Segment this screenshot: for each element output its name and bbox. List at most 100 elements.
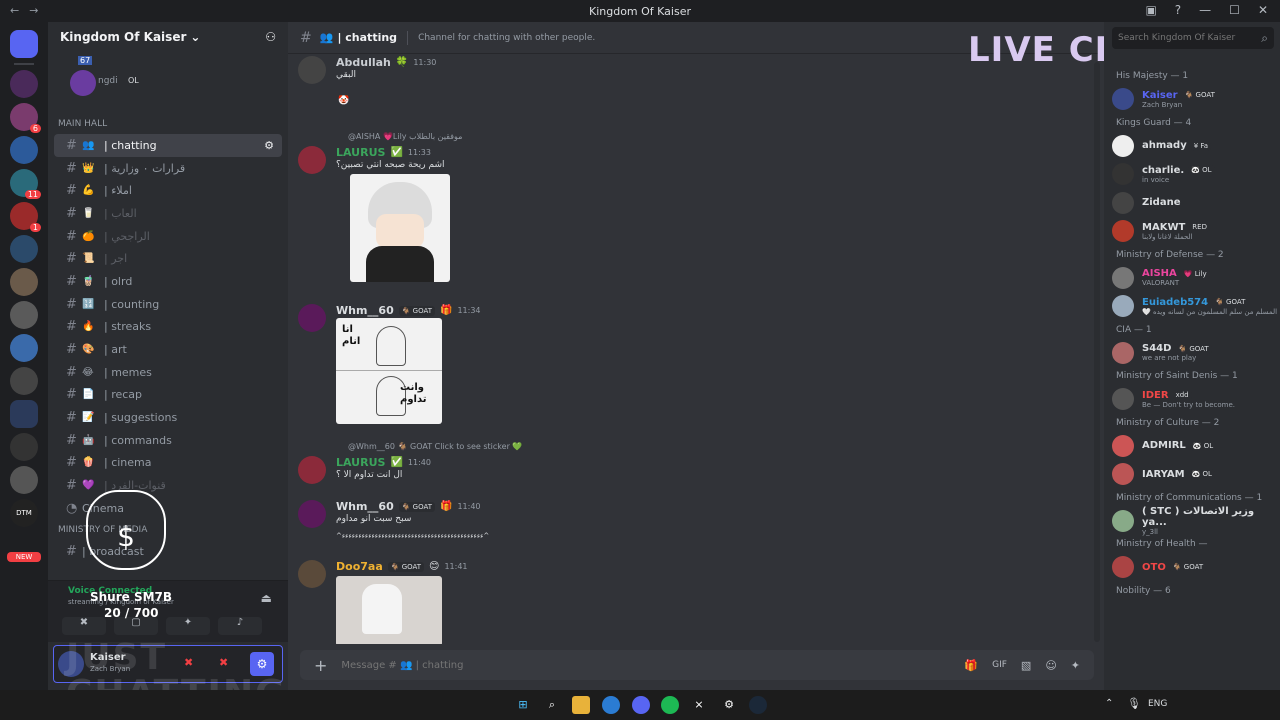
gif-icon[interactable]: GIF — [992, 660, 1007, 670]
language-indicator[interactable]: ENG — [1148, 699, 1167, 709]
channel-item[interactable]: # 🥛 | العاب — [54, 202, 282, 225]
server-icon[interactable]: 11 — [10, 169, 41, 199]
file-explorer-icon[interactable] — [572, 696, 590, 714]
channel-item[interactable]: # 📄 | recap — [54, 384, 282, 407]
server-icon[interactable] — [10, 466, 38, 494]
member-row[interactable]: Kaiser 🐐 GOAT Zach Bryan — [1104, 85, 1280, 114]
member-row[interactable]: IDER xdd Be — Don't try to become. — [1104, 385, 1280, 414]
gift-icon[interactable]: 🎁 — [964, 659, 978, 672]
member-row[interactable]: IARYAM 🐼 OL — [1104, 460, 1280, 489]
channel-item[interactable]: # 🧋 | olrd — [54, 270, 282, 293]
server-icon[interactable] — [10, 433, 38, 461]
author-name[interactable]: LAURUS — [336, 456, 385, 469]
soundboard-icon[interactable]: ♪ — [218, 617, 262, 635]
member-row[interactable]: S44D 🐐 GOAT we are not play — [1104, 339, 1280, 368]
steam-icon[interactable] — [749, 696, 767, 714]
server-icon[interactable] — [10, 334, 38, 362]
server-icon[interactable] — [10, 301, 38, 329]
scrollbar[interactable] — [1094, 62, 1100, 642]
member-row[interactable]: MAKWT RED الحملة لاغانا ولابنا — [1104, 217, 1280, 246]
avatar[interactable] — [298, 304, 326, 332]
category-main-hall[interactable]: MAIN HALL — [48, 114, 288, 134]
avatar[interactable] — [298, 500, 326, 528]
channel-item[interactable]: # 😂 | memes — [54, 361, 282, 384]
emoji-picker-icon[interactable]: ☺ — [1045, 659, 1056, 672]
anime-image[interactable] — [350, 174, 450, 282]
author-name[interactable]: LAURUS — [336, 146, 385, 159]
browser-icon[interactable] — [602, 696, 620, 714]
close-button[interactable]: ✕ — [1258, 3, 1268, 17]
search-input[interactable] — [1118, 33, 1262, 43]
channel-item[interactable]: # 👥 | chatting ⚙ — [54, 134, 282, 157]
member-row[interactable]: charlie. 🐼 OL in voice — [1104, 160, 1280, 189]
search-icon[interactable]: ⌕ — [543, 696, 561, 714]
member-row[interactable]: Euiadeb574 🐐 GOAT 🤍 المسلم من سلم المسلمون… — [1104, 292, 1280, 321]
windows-start-icon[interactable]: ⊞ — [514, 696, 532, 714]
search-box[interactable]: ⌕ — [1112, 27, 1274, 49]
activity-icon[interactable]: ✦ — [166, 617, 210, 635]
folder-icon[interactable] — [10, 400, 38, 428]
server-icon[interactable] — [10, 70, 38, 98]
add-friend-icon[interactable]: ⚇ — [265, 30, 276, 44]
author-name[interactable]: Abdullah — [336, 56, 391, 69]
member-row[interactable]: Zidane — [1104, 189, 1280, 218]
camera-icon[interactable]: ✖ — [62, 617, 106, 635]
channel-item[interactable]: # 📜 | اجر — [54, 247, 282, 270]
reply-preview[interactable]: @AISHA 💗Lily موفقين بالطلاب — [348, 132, 462, 141]
channel-item[interactable]: # 🤖 | commands — [54, 429, 282, 452]
discord-app-icon[interactable] — [632, 696, 650, 714]
avatar[interactable] — [298, 560, 326, 588]
disconnect-icon[interactable]: ⏏ — [261, 591, 272, 605]
spotify-icon[interactable] — [661, 696, 679, 714]
channel-item[interactable]: # 🔢 | counting — [54, 293, 282, 316]
add-attachment-icon[interactable]: + — [314, 656, 327, 675]
tray-chevron-icon[interactable]: ⌃ — [1105, 698, 1113, 709]
member-row[interactable]: AISHA 💗 Lily VALORANT — [1104, 264, 1280, 293]
member-row[interactable]: ADMIRL 🐼 OL — [1104, 432, 1280, 461]
channel-item[interactable]: # 💪 | املاء — [54, 179, 282, 202]
server-icon[interactable] — [10, 235, 38, 263]
avatar[interactable] — [298, 56, 326, 84]
sticker-icon[interactable]: ▧ — [1021, 659, 1031, 672]
avatar[interactable] — [298, 146, 326, 174]
member-row[interactable]: ahmady ¥ Fa — [1104, 132, 1280, 161]
server-icon[interactable] — [10, 367, 38, 395]
help-icon[interactable]: ? — [1175, 3, 1181, 17]
channel-item[interactable]: # 👑 | قرارات ٠ وزارية — [54, 157, 282, 180]
author-name[interactable]: Whm__60 — [336, 500, 394, 513]
server-icon[interactable]: 1 — [10, 202, 41, 232]
hash-icon: # — [66, 410, 77, 426]
discord-home-icon[interactable] — [10, 30, 38, 58]
channel-item[interactable]: # 🍿 | cinema — [54, 452, 282, 475]
photo-image[interactable] — [336, 576, 442, 644]
server-header[interactable]: Kingdom Of Kaiser ⌄ ⚇ — [48, 22, 288, 52]
server-icon[interactable]: DTM — [10, 499, 38, 527]
voice-user-row[interactable]: 67 ngdi OL — [48, 52, 288, 114]
reply-preview[interactable]: @Whm__60 🐐 GOAT Click to see sticker 💚 — [348, 442, 522, 451]
apps-icon[interactable]: ✦ — [1071, 659, 1080, 672]
microphone-icon[interactable]: 🎙 — [1127, 697, 1141, 710]
meme-image[interactable]: انا انام وانت تداوم — [336, 318, 442, 424]
inbox-icon[interactable]: ▣ — [1145, 3, 1156, 17]
server-icon[interactable]: 6 — [10, 103, 41, 133]
member-row[interactable]: ( STC ) وزير الاتصالات ya... y_3ll — [1104, 506, 1280, 536]
maximize-button[interactable]: ☐ — [1229, 3, 1240, 17]
author-name[interactable]: Doo7aa — [336, 560, 383, 573]
channel-settings-icon[interactable]: ⚙ — [264, 139, 274, 152]
channel-item[interactable]: # 🎨 | art — [54, 338, 282, 361]
message-input[interactable] — [341, 659, 955, 671]
avatar — [1112, 434, 1134, 457]
category-ministry-of-media[interactable]: Ministry of Media — [48, 520, 288, 540]
channel-item[interactable]: # 📝 | suggestions — [54, 406, 282, 429]
channel-item[interactable]: # 🔥 | streaks — [54, 316, 282, 339]
server-icon[interactable] — [10, 136, 38, 164]
settings-app-icon[interactable]: ⚙ — [720, 696, 738, 714]
author-name[interactable]: Whm__60 — [336, 304, 394, 317]
member-name: ADMIRL — [1142, 440, 1186, 452]
xbox-icon[interactable]: ⨯ — [690, 696, 708, 714]
avatar[interactable] — [298, 456, 326, 484]
channel-item[interactable]: # 🍊 | الراجحي — [54, 225, 282, 248]
server-icon[interactable] — [10, 268, 38, 296]
minimize-button[interactable]: — — [1199, 3, 1211, 17]
member-row[interactable]: OTO 🐐 GOAT — [1104, 553, 1280, 582]
